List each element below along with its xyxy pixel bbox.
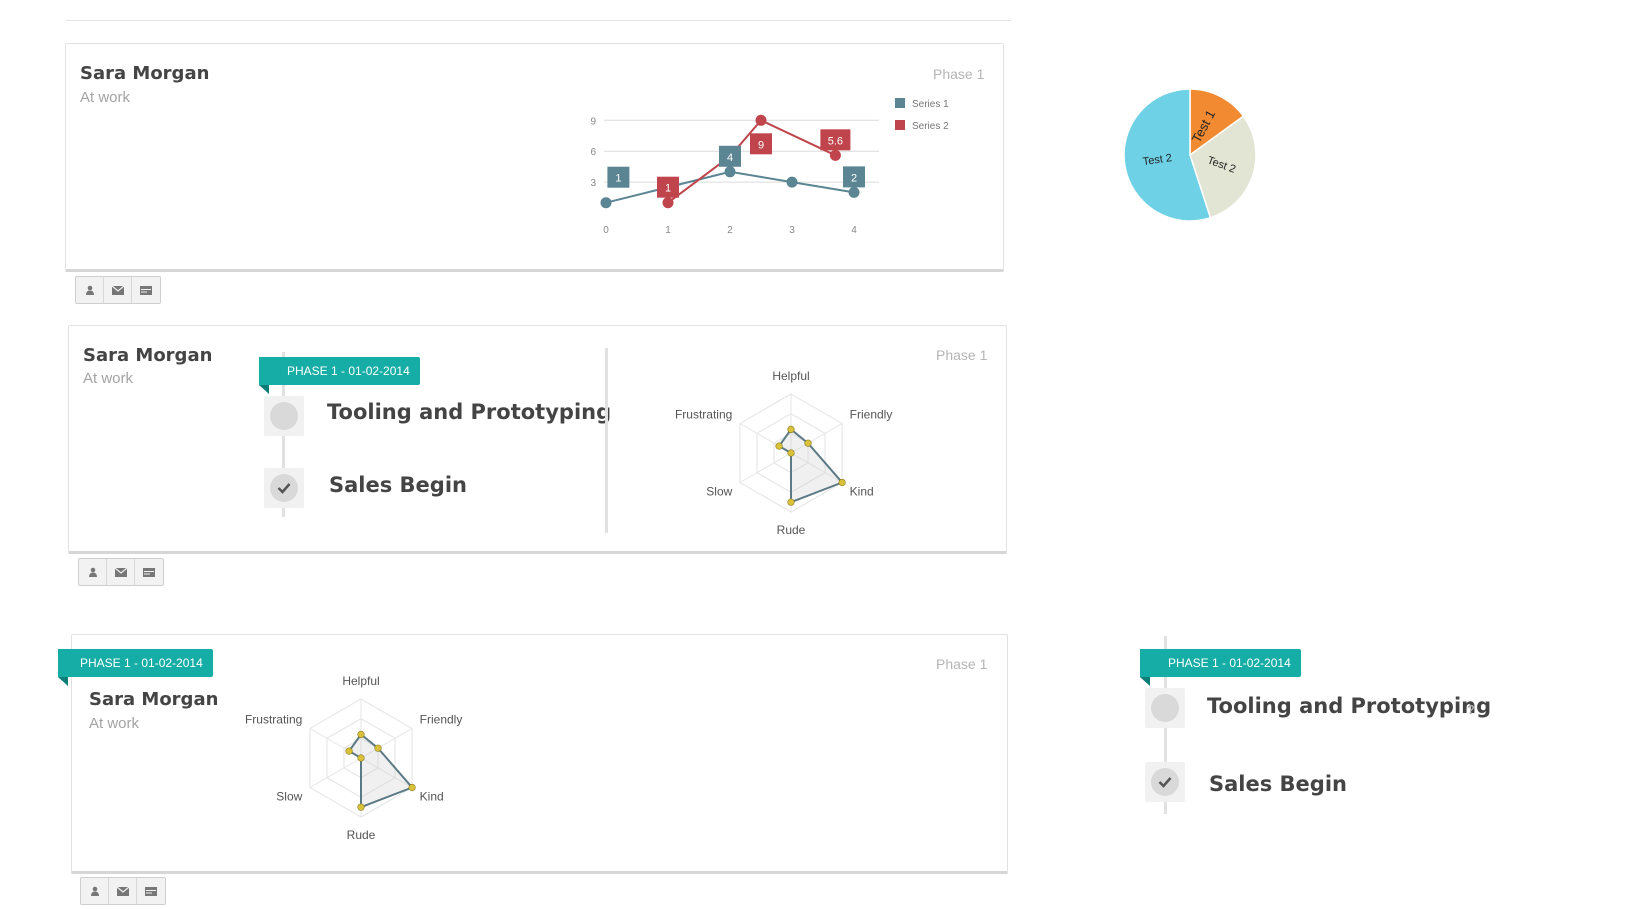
- radar-point: [374, 744, 382, 752]
- radar-axis-label: Helpful: [342, 674, 379, 688]
- milestone-done-icon: [1145, 762, 1185, 802]
- radar-point: [357, 803, 365, 811]
- user-icon: [90, 886, 99, 896]
- phase-ribbon: PHASE 1 - 01-02-2014: [1140, 649, 1301, 686]
- envelope-icon: [116, 886, 129, 896]
- radar-point: [357, 754, 365, 762]
- milestone-title: Sales Begin: [1209, 772, 1347, 796]
- help-icon[interactable]: ?: [1467, 702, 1475, 717]
- radar-axis-label: Kind: [420, 790, 444, 804]
- radar-point: [408, 783, 416, 792]
- milestone-pending-icon: [1145, 688, 1185, 728]
- radar-point: [357, 730, 365, 739]
- card-icon: [145, 886, 157, 896]
- radar-axis-label: Slow: [276, 790, 302, 804]
- card-button[interactable]: [137, 878, 165, 904]
- radar-axis-label: Friendly: [420, 713, 463, 727]
- card-3-actions: [80, 877, 166, 905]
- milestone-title: Tooling and Prototyping: [1207, 694, 1492, 718]
- user-button[interactable]: [81, 878, 109, 904]
- radar-chart: Helpful Friendly Kind Rude Slow Frustrating: [245, 674, 463, 842]
- check-icon: [1158, 777, 1172, 788]
- radar-axis-label: Frustrating: [245, 713, 302, 727]
- radar-point: [345, 747, 353, 755]
- radar-axis-label: Rude: [347, 828, 376, 842]
- email-button[interactable]: [109, 878, 137, 904]
- ribbon-fold: [1140, 677, 1150, 686]
- phase-ribbon-label: PHASE 1 - 01-02-2014: [1168, 656, 1291, 670]
- pie-chart: Test 1Test 2Test 2: [1123, 88, 1257, 222]
